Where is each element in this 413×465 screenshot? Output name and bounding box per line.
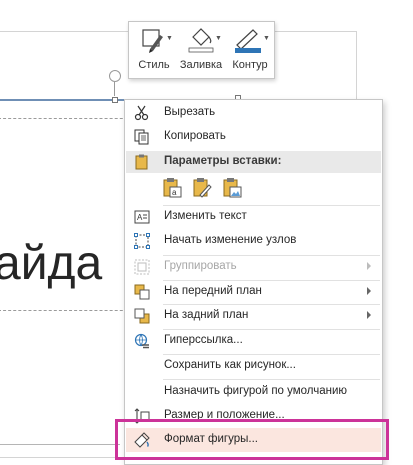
- edit-points-icon: [134, 233, 150, 249]
- style-button[interactable]: ▼ Стиль: [133, 24, 175, 76]
- outline-button[interactable]: ▼ Контур: [227, 24, 273, 76]
- menu-item-bring-forward[interactable]: На передний план: [126, 280, 381, 304]
- fill-label: Заливка: [179, 59, 223, 71]
- submenu-arrow-icon: [367, 287, 371, 295]
- submenu-arrow-icon: [367, 262, 371, 270]
- resize-handle-top[interactable]: [112, 97, 118, 103]
- fill-button[interactable]: ▼ Заливка: [177, 24, 225, 76]
- edit-text-icon: A: [134, 209, 150, 225]
- menu-label-hyperlink: Гиперссылка...: [164, 334, 243, 346]
- paste-options-header: Параметры вставки:: [126, 151, 381, 173]
- paste-keep-source-formatting-icon[interactable]: [191, 177, 213, 199]
- copy-icon: [134, 129, 150, 145]
- paste-options-row: a: [126, 174, 381, 202]
- menu-label-save-as-picture: Сохранить как рисунок...: [164, 359, 296, 371]
- menu-item-copy[interactable]: Копировать: [126, 125, 381, 149]
- paste-use-destination-theme-icon[interactable]: a: [161, 177, 183, 199]
- menu-label-set-default-shape: Назначить фигурой по умолчанию: [164, 385, 348, 397]
- pen-outline-icon: ▼: [227, 27, 273, 53]
- slide-divider: [0, 444, 120, 445]
- menu-item-hyperlink[interactable]: Гиперссылка...: [126, 329, 381, 353]
- highlight-annotation-frame: [115, 419, 389, 460]
- menu-item-cut[interactable]: Вырезать: [126, 101, 381, 125]
- paste-options-label: Параметры вставки:: [164, 155, 282, 167]
- bring-forward-icon: [134, 284, 150, 300]
- paste-icon: [134, 154, 150, 170]
- menu-item-edit-text[interactable]: A Изменить текст: [126, 205, 381, 229]
- shape-style-icon: ▼: [133, 27, 175, 53]
- menu-item-send-backward[interactable]: На задний план: [126, 304, 381, 328]
- style-label: Стиль: [138, 59, 170, 71]
- menu-item-edit-points[interactable]: Начать изменение узлов: [126, 229, 381, 253]
- menu-label-send-backward: На задний план: [164, 309, 249, 321]
- paste-as-picture-icon[interactable]: [221, 177, 243, 199]
- rotation-stem: [114, 82, 115, 96]
- mini-toolbar: ▼ Стиль ▼ Заливка ▼ Контур: [128, 21, 275, 79]
- scissors-icon: [134, 105, 150, 121]
- rotation-handle[interactable]: [109, 70, 121, 82]
- menu-item-save-as-picture[interactable]: Сохранить как рисунок...: [126, 354, 381, 378]
- context-menu: Вырезать Копировать Параметры вставки: a…: [124, 99, 383, 465]
- menu-item-group[interactable]: Группировать: [126, 255, 381, 279]
- group-icon: [134, 259, 150, 275]
- svg-text:a: a: [172, 188, 177, 197]
- menu-label-edit-text: Изменить текст: [164, 210, 247, 222]
- menu-label-copy: Копировать: [164, 130, 226, 142]
- hyperlink-icon: [134, 333, 150, 349]
- send-backward-icon: [134, 308, 150, 324]
- menu-label-group: Группировать: [164, 260, 237, 272]
- outline-label: Контур: [232, 59, 268, 71]
- menu-label-bring-forward: На передний план: [164, 285, 262, 297]
- paint-bucket-icon: ▼: [177, 27, 225, 53]
- menu-item-set-default-shape[interactable]: Назначить фигурой по умолчанию: [126, 380, 381, 404]
- submenu-arrow-icon: [367, 311, 371, 319]
- slide-title-text[interactable]: айда: [0, 236, 102, 292]
- menu-label-edit-points: Начать изменение узлов: [164, 234, 297, 246]
- menu-label-cut: Вырезать: [164, 106, 216, 118]
- svg-text:A: A: [137, 213, 143, 222]
